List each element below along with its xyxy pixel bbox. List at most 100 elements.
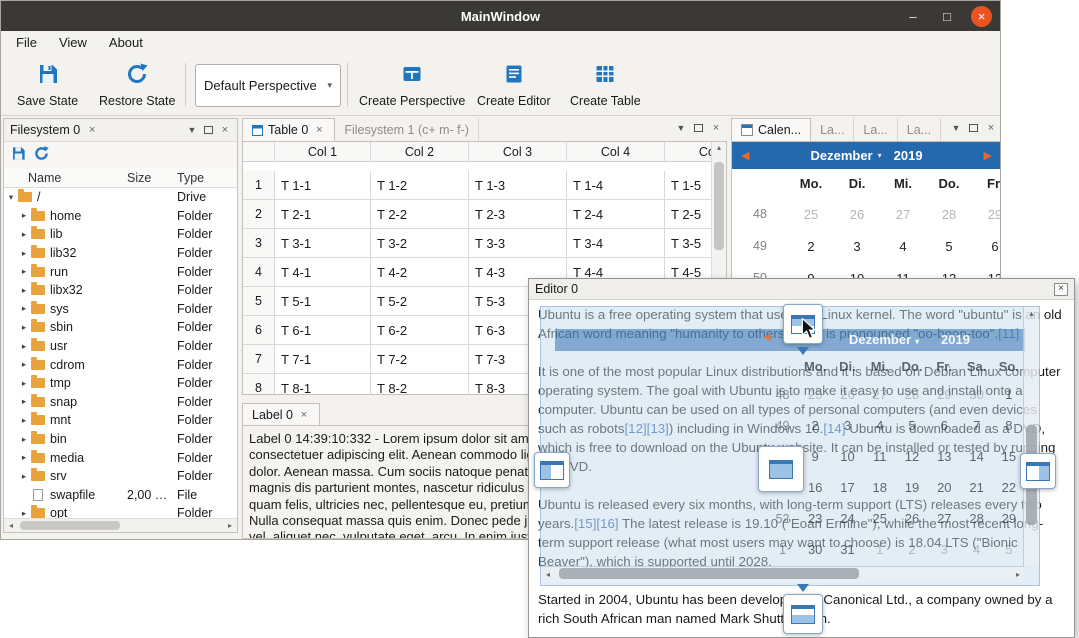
calendar-next-icon[interactable]: ▶ <box>984 149 992 162</box>
table-column-header[interactable]: Col 4 <box>567 142 665 162</box>
calendar-day-cell[interactable]: 2 <box>788 239 834 254</box>
restore-state-button[interactable]: Restore State <box>93 60 181 110</box>
table-row-header[interactable]: 3 <box>243 229 275 258</box>
create-editor-button[interactable]: Create Editor <box>471 60 557 110</box>
scroll-up-icon[interactable]: ▴ <box>712 142 726 154</box>
tab-label-1[interactable]: La... <box>811 118 854 141</box>
expander-icon[interactable]: ▸ <box>17 322 31 333</box>
table-cell[interactable]: T 4-2 <box>371 258 469 287</box>
filesystem-table-header[interactable]: Name Size Type <box>4 168 237 188</box>
save-icon[interactable] <box>11 146 26 164</box>
calendar-day-cell[interactable]: 26 <box>834 207 880 222</box>
expander-icon[interactable]: ▸ <box>17 229 31 240</box>
menu-item-about[interactable]: About <box>98 31 154 55</box>
scrollbar-thumb[interactable] <box>714 162 724 250</box>
expander-icon[interactable]: ▸ <box>17 248 31 259</box>
expander-icon[interactable]: ▸ <box>17 378 31 389</box>
expander-icon[interactable]: ▸ <box>17 285 31 296</box>
maximize-button[interactable]: □ <box>937 9 957 24</box>
scrollbar-thumb[interactable] <box>20 521 120 530</box>
undock-icon[interactable] <box>694 124 703 132</box>
calendar-day-cell[interactable]: 6 <box>972 239 1001 254</box>
table-row-header[interactable]: 8 <box>243 374 275 395</box>
fs-row[interactable]: ▸cdromFolder <box>4 355 237 374</box>
table-cell[interactable]: T 2-1 <box>275 200 371 229</box>
calendar-day-cell[interactable]: 29 <box>972 207 1001 222</box>
table-cell[interactable]: T 8-2 <box>371 374 469 395</box>
calendar-year-button[interactable]: 2019 <box>894 148 923 163</box>
tab-filesystem-1-c-m-f-[interactable]: Filesystem 1 (c+ m- f-) <box>335 118 479 141</box>
table-column-header[interactable]: Col 3 <box>469 142 567 162</box>
table-row-header[interactable]: 7 <box>243 345 275 374</box>
table-cell[interactable]: T 1-1 <box>275 171 371 200</box>
tab-label0[interactable]: Label 0 × <box>242 403 320 426</box>
fs-row[interactable]: ▸usrFolder <box>4 337 237 356</box>
editor-titlebar[interactable]: Editor 0 × <box>529 279 1074 300</box>
column-header-type[interactable]: Type <box>177 171 237 185</box>
restore-icon[interactable] <box>34 146 49 164</box>
fs-row[interactable]: ▸srvFolder <box>4 467 237 486</box>
close-icon[interactable]: × <box>1054 283 1068 296</box>
table-row-header[interactable]: 4 <box>243 258 275 287</box>
expander-icon[interactable]: ▸ <box>17 266 31 277</box>
table-cell[interactable]: T 6-2 <box>371 316 469 345</box>
fs-row[interactable]: ▾/Drive <box>4 188 237 207</box>
scroll-left-icon[interactable]: ◂ <box>4 521 18 530</box>
fs-row[interactable]: ▸libFolder <box>4 225 237 244</box>
column-header-size[interactable]: Size <box>127 171 177 185</box>
table-cell[interactable]: T 3-1 <box>275 229 371 258</box>
fs-row[interactable]: ▸sbinFolder <box>4 318 237 337</box>
calendar-day-cell[interactable]: 5 <box>926 239 972 254</box>
table-cell[interactable]: T 2-3 <box>469 200 567 229</box>
table-cell[interactable]: T 3-3 <box>469 229 567 258</box>
fs-row[interactable]: ▸tmpFolder <box>4 374 237 393</box>
expander-icon[interactable]: ▸ <box>17 341 31 352</box>
dock-menu-icon[interactable]: ▼ <box>950 123 962 133</box>
tab-label-2[interactable]: La... <box>854 118 897 141</box>
table-cell[interactable]: T 5-1 <box>275 287 371 316</box>
fs-row[interactable]: ▸snapFolder <box>4 393 237 412</box>
undock-icon[interactable] <box>969 124 978 132</box>
undock-icon[interactable] <box>204 126 213 134</box>
table-cell[interactable]: T 2-2 <box>371 200 469 229</box>
fs-row[interactable]: ▸sysFolder <box>4 300 237 319</box>
menu-item-view[interactable]: View <box>48 31 98 55</box>
column-header-name[interactable]: Name <box>4 171 127 185</box>
table-cell[interactable]: T 1-3 <box>469 171 567 200</box>
expander-icon[interactable]: ▾ <box>4 192 18 203</box>
fs-row[interactable]: ▸binFolder <box>4 430 237 449</box>
perspective-combobox[interactable]: Default Perspective ▾ <box>195 64 341 107</box>
create-perspective-button[interactable]: Create Perspective <box>353 60 471 110</box>
table-cell[interactable]: T 3-2 <box>371 229 469 258</box>
table-column-header[interactable]: Col 1 <box>275 142 371 162</box>
tab-close-icon[interactable]: × <box>86 124 98 136</box>
table-cell[interactable]: T 5-2 <box>371 287 469 316</box>
table-cell[interactable]: T 3-4 <box>567 229 665 258</box>
calendar-month-button[interactable]: Dezember <box>810 148 872 163</box>
calendar-prev-icon[interactable]: ◀ <box>741 149 749 162</box>
expander-icon[interactable]: ▸ <box>17 434 31 445</box>
table-cell[interactable]: T 6-1 <box>275 316 371 345</box>
calendar-day-cell[interactable]: 28 <box>926 207 972 222</box>
menu-item-file[interactable]: File <box>5 31 48 55</box>
horizontal-scrollbar[interactable]: ◂ ▸ <box>4 518 237 532</box>
fs-row[interactable]: swapfile2,00 …File <box>4 486 237 505</box>
calendar-day-cell[interactable]: 3 <box>834 239 880 254</box>
table-column-header[interactable]: Col 2 <box>371 142 469 162</box>
dock-menu-icon[interactable]: ▼ <box>186 125 198 135</box>
expander-icon[interactable]: ▸ <box>17 359 31 370</box>
table-row-header[interactable]: 2 <box>243 200 275 229</box>
expander-icon[interactable]: ▸ <box>17 415 31 426</box>
tab-close-icon[interactable]: × <box>313 124 325 136</box>
table-row-header[interactable]: 5 <box>243 287 275 316</box>
close-icon[interactable]: × <box>710 122 722 134</box>
minimize-button[interactable]: – <box>903 9 923 24</box>
calendar-day-cell[interactable]: 27 <box>880 207 926 222</box>
tab-table-0[interactable]: Table 0× <box>242 118 335 141</box>
table-row-header[interactable]: 1 <box>243 171 275 200</box>
dock-menu-icon[interactable]: ▼ <box>675 123 687 133</box>
fs-row[interactable]: ▸runFolder <box>4 262 237 281</box>
calendar-day-cell[interactable]: 25 <box>788 207 834 222</box>
fs-row[interactable]: ▸libx32Folder <box>4 281 237 300</box>
table-cell[interactable]: T 1-4 <box>567 171 665 200</box>
